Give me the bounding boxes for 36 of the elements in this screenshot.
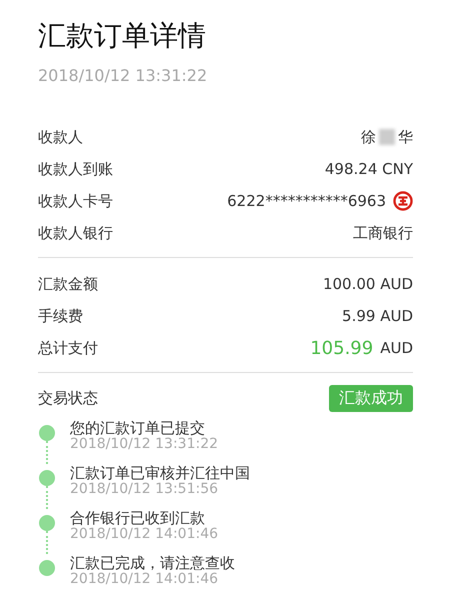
currency-label: AUD xyxy=(380,339,413,357)
status-badge: 汇款成功 xyxy=(329,384,413,412)
timeline-connector xyxy=(46,486,48,509)
step-time: 2018/10/12 13:51:56 xyxy=(70,482,220,497)
timeline-dot xyxy=(39,470,55,486)
field-value: 徐 xyxy=(361,128,376,146)
page-title: 汇款订单详情 xyxy=(38,18,207,54)
field-value: 工商银行 xyxy=(353,224,413,242)
field-value: 100.00 AUD xyxy=(322,275,413,293)
field-label: 手续费 xyxy=(38,306,83,326)
field-label: 收款人卡号 xyxy=(38,192,113,210)
step-text: 汇款已完成，请注意查收 xyxy=(70,554,235,572)
total-amount: 105.99 xyxy=(310,338,374,358)
field-label: 交易状态 xyxy=(38,388,98,408)
field-value: 华 xyxy=(398,128,413,146)
field-value: 6222***********6963 xyxy=(227,192,386,210)
field-label: 收款人到账 xyxy=(38,160,113,178)
field-label: 总计支付 xyxy=(38,338,98,358)
step-time: 2018/10/12 14:01:46 xyxy=(70,572,220,587)
field-label: 收款人银行 xyxy=(38,224,113,242)
field-label: 收款人 xyxy=(38,128,83,146)
step-text: 汇款订单已审核并汇往中国 xyxy=(70,464,250,482)
field-value: 498.24 CNY xyxy=(324,160,413,178)
field-label: 汇款金额 xyxy=(38,274,98,294)
timeline-connector xyxy=(46,441,48,464)
step-time: 2018/10/12 13:31:22 xyxy=(70,437,218,452)
step-time: 2018/10/12 14:01:46 xyxy=(70,527,218,542)
timeline-dot xyxy=(39,425,55,441)
step-text: 您的汇款订单已提交 xyxy=(70,419,206,437)
bank-logo-icon xyxy=(393,191,413,211)
order-date: 2018/10/12 13:31:22 xyxy=(38,66,208,85)
timeline-dot xyxy=(39,515,55,531)
field-value: 5.99 AUD xyxy=(342,307,413,325)
step-text: 合作银行已收到汇款 xyxy=(70,509,206,527)
timeline-dot xyxy=(39,560,55,576)
timeline-connector xyxy=(46,531,48,554)
